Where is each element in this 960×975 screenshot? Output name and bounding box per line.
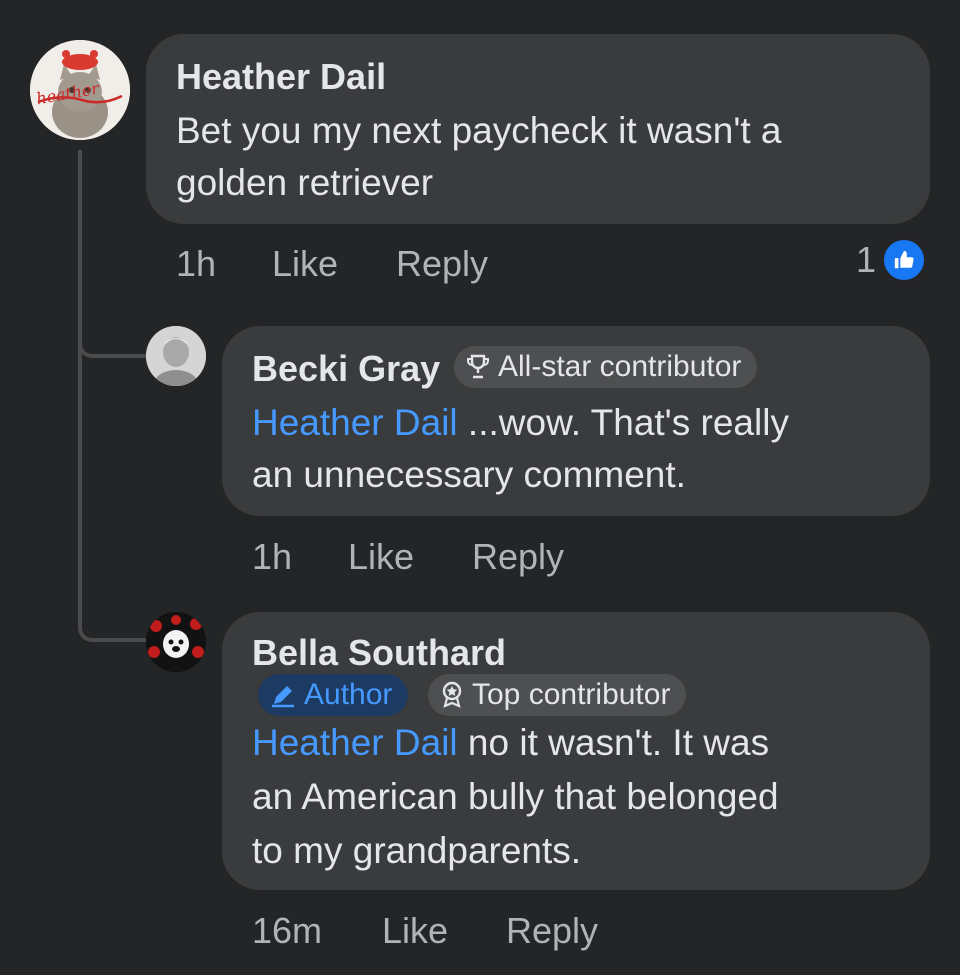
- like-button[interactable]: Like: [348, 536, 414, 578]
- reply-button[interactable]: Reply: [472, 536, 564, 578]
- comment-text-rest: ...wow. That's really: [457, 402, 789, 443]
- comment-text: to my grandparents.: [252, 830, 582, 871]
- comment-text: golden retriever: [176, 162, 434, 203]
- comment-bubble[interactable]: Becki Gray All-star contributor Heather …: [222, 326, 930, 516]
- comment-text: an American bully that belonged: [252, 776, 779, 817]
- reaction-summary[interactable]: 1: [856, 238, 927, 282]
- badge-label: All-star contributor: [498, 350, 742, 383]
- like-button[interactable]: Like: [272, 243, 338, 285]
- reply-button[interactable]: Reply: [506, 910, 598, 952]
- reply-button[interactable]: Reply: [396, 243, 488, 285]
- trophy-icon: [466, 354, 490, 380]
- comment-bubble[interactable]: Bella Southard Author Top contributor He…: [222, 612, 930, 890]
- comment-timestamp[interactable]: 1h: [252, 536, 292, 578]
- thread-connector-line: [78, 150, 148, 358]
- thread-connector-line: [78, 340, 148, 642]
- badge-label: Top contributor: [472, 678, 671, 711]
- comment-text-rest: no it wasn't. It was: [457, 722, 770, 763]
- pencil-icon: [270, 682, 296, 708]
- avatar[interactable]: heather: [30, 40, 130, 140]
- medal-icon: [440, 681, 464, 709]
- comment-timestamp[interactable]: 1h: [176, 243, 216, 285]
- all-star-contributor-badge[interactable]: All-star contributor: [454, 346, 758, 388]
- mention-link[interactable]: Heather Dail: [252, 402, 458, 443]
- comment-text: Heather Dail ...wow. That's really: [252, 396, 789, 450]
- like-button[interactable]: Like: [382, 910, 448, 952]
- comment-thread: heather Heather Dail Bet you my next pay…: [0, 0, 960, 975]
- comment-author-name[interactable]: Bella Southard: [252, 632, 506, 674]
- avatar[interactable]: [146, 326, 206, 386]
- author-badge[interactable]: Author: [258, 674, 409, 716]
- comment-author-name[interactable]: Becki Gray: [252, 348, 440, 390]
- comment-text: an unnecessary comment.: [252, 454, 686, 495]
- dog-avatar-icon: [146, 612, 206, 672]
- profile-photo-icon: [146, 326, 206, 386]
- avatar[interactable]: [146, 612, 206, 672]
- thumbs-up-icon: [882, 238, 927, 282]
- comment-author-name[interactable]: Heather Dail: [176, 56, 386, 98]
- comment-timestamp[interactable]: 16m: [252, 910, 322, 952]
- badge-label: Author: [304, 678, 393, 711]
- comment-text: Bet you my next paycheck it wasn't a: [176, 110, 782, 151]
- top-contributor-badge[interactable]: Top contributor: [428, 674, 687, 716]
- comment-text: Heather Dail no it wasn't. It was: [252, 716, 769, 770]
- comment-bubble[interactable]: Heather Dail Bet you my next paycheck it…: [146, 34, 930, 224]
- mention-link[interactable]: Heather Dail: [252, 722, 458, 763]
- reaction-count: 1: [856, 239, 877, 280]
